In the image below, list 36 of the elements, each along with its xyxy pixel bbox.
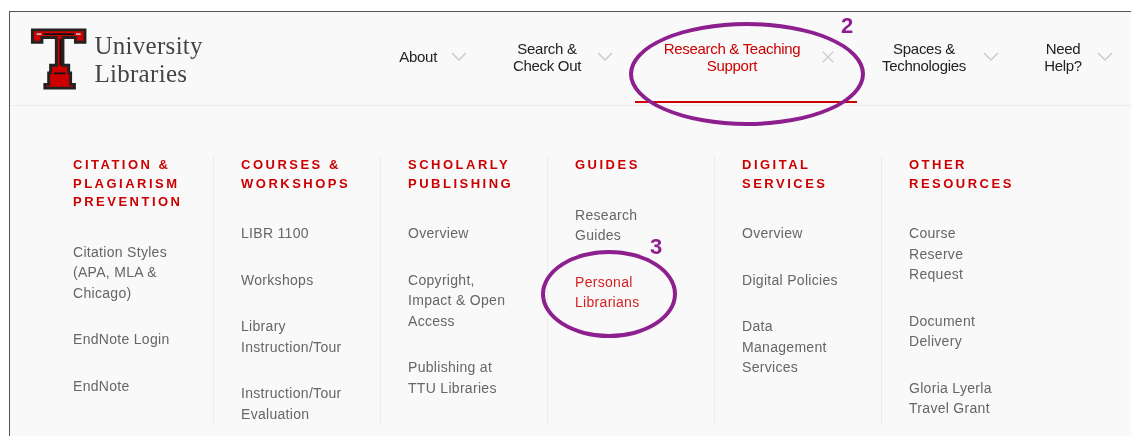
chevron-down-icon	[1097, 52, 1113, 61]
menu-link[interactable]: Citation Styles (APA, MLA & Chicago)	[73, 241, 173, 303]
annotation-number: 2	[841, 15, 854, 37]
menu-link[interactable]: EndNote Login	[73, 329, 170, 350]
menu-heading: CITATION & PLAGIARISM PREVENTION	[73, 156, 184, 211]
nav-tab[interactable]: Spaces & Technologies	[857, 12, 1021, 103]
menu-link[interactable]: EndNote	[73, 375, 130, 396]
nav-tab[interactable]: Search & Check Out	[489, 12, 635, 103]
menu-link[interactable]: Overview	[742, 223, 803, 244]
menu-heading: GUIDES	[575, 156, 641, 174]
menu-link[interactable]: Instruction/Tour Evaluation	[241, 383, 353, 424]
menu-link[interactable]: Overview	[408, 223, 469, 244]
double-t-logo[interactable]	[30, 25, 88, 92]
site-title[interactable]: University Libraries	[94, 31, 294, 88]
menu-link[interactable]: Workshops	[241, 269, 314, 290]
menu-heading: OTHER RESOURCES	[909, 156, 1015, 193]
menu-link[interactable]: Personal Librarians	[575, 271, 675, 313]
chevron-down-icon	[597, 52, 613, 61]
chevron-down-icon	[983, 52, 999, 61]
menu-link[interactable]: Data Management Services	[742, 316, 842, 378]
chevron-down-icon	[451, 52, 467, 61]
nav-tab[interactable]: About	[377, 12, 489, 103]
close-icon	[821, 49, 835, 64]
menu-link[interactable]: Copyright, Impact & Open Access	[408, 269, 508, 331]
menu-heading: COURSES & WORKSHOPS	[241, 156, 352, 193]
menu-heading: DIGITAL SERVICES	[742, 156, 829, 193]
menu-link[interactable]: Library Instruction/Tour	[241, 316, 353, 357]
nav-tab[interactable]: Need Help?	[1021, 12, 1131, 103]
menu-link[interactable]: Digital Policies	[742, 269, 838, 290]
menu-link[interactable]: Document Delivery	[909, 310, 1009, 352]
menu-link[interactable]: Gloria Lyerla Travel Grant	[909, 377, 1009, 419]
menu-heading: SCHOLARLY PUBLISHING	[408, 156, 515, 193]
annotation-number: 3	[650, 236, 663, 258]
menu-link[interactable]: LIBR 1100	[241, 223, 309, 244]
menu-link[interactable]: Course Reserve Request	[909, 223, 1009, 285]
menu-link[interactable]: Publishing at TTU Libraries	[408, 357, 508, 398]
